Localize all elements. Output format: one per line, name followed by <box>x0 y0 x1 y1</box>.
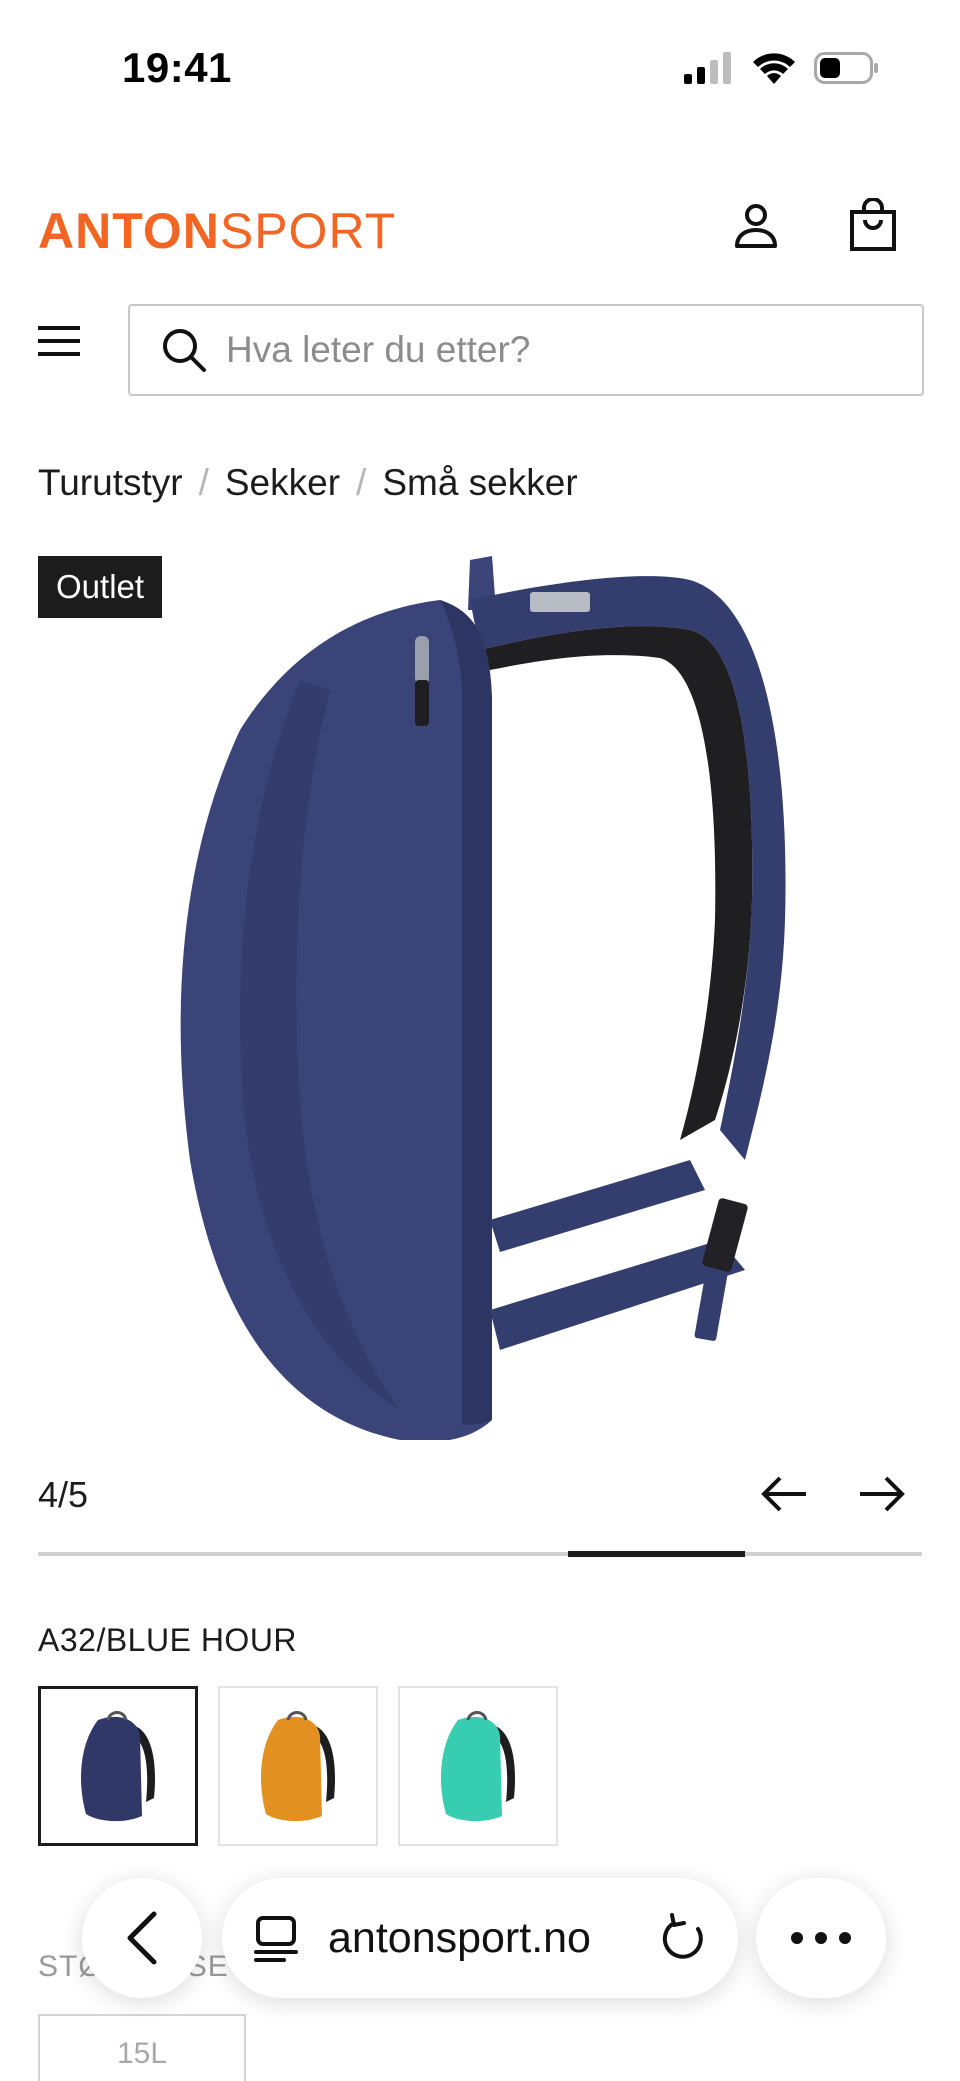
backpack-thumbnail-icon <box>261 1711 335 1822</box>
arrow-right-icon <box>860 1476 905 1512</box>
logo-bold-text: ANTON <box>38 203 220 259</box>
color-swatch-teal[interactable] <box>398 1686 558 1846</box>
gallery-prev-button[interactable] <box>756 1466 812 1522</box>
backpack-thumbnail-icon <box>81 1711 155 1822</box>
cart-button[interactable] <box>842 192 904 258</box>
gallery-next-button[interactable] <box>854 1466 910 1522</box>
gallery-counter: 4/5 <box>38 1474 89 1515</box>
breadcrumb-item-turutstyr[interactable]: Turutstyr <box>38 462 183 504</box>
color-swatch-blue-hour[interactable] <box>38 1686 198 1846</box>
breadcrumb-item-sma-sekker[interactable]: Små sekker <box>382 462 577 504</box>
breadcrumb-separator: / <box>198 462 209 503</box>
site-header: ANTONSPORT <box>0 180 960 270</box>
battery-icon <box>814 52 878 84</box>
arrow-left-icon <box>761 1476 806 1512</box>
wifi-icon <box>753 53 795 84</box>
browser-address-bar[interactable]: antonsport.no <box>222 1878 738 1998</box>
anton-sport-logo[interactable]: ANTONSPORT <box>38 202 396 260</box>
product-image-backpack-side[interactable] <box>0 540 960 1440</box>
hamburger-menu-icon <box>38 326 80 356</box>
chevron-left-icon <box>127 1911 157 1965</box>
logo-light-text: SPORT <box>219 203 397 259</box>
search-input[interactable] <box>226 329 886 371</box>
outlet-badge: Outlet <box>38 556 163 618</box>
cellular-signal-icon <box>684 52 731 84</box>
size-option-15l[interactable]: 15L <box>38 2014 246 2081</box>
status-bar: 19:41 <box>0 0 960 140</box>
browser-back-button[interactable] <box>82 1878 202 1998</box>
breadcrumb-separator: / <box>356 462 367 503</box>
menu-button[interactable] <box>38 326 94 374</box>
color-label: A32/BLUE HOUR <box>38 1622 298 1658</box>
shopping-bag-icon <box>850 198 896 251</box>
gallery-progress-track <box>38 1551 922 1557</box>
more-dots-icon <box>791 1932 851 1944</box>
gallery-progress-fill <box>568 1551 746 1557</box>
color-swatch-orange[interactable] <box>218 1686 378 1846</box>
status-time: 19:41 <box>122 44 232 91</box>
reload-icon[interactable] <box>660 1913 708 1963</box>
status-icons <box>684 52 880 84</box>
account-button[interactable] <box>726 196 786 256</box>
browser-url: antonsport.no <box>328 1913 591 1962</box>
tab-overview-icon[interactable] <box>252 1914 300 1962</box>
browser-more-button[interactable] <box>756 1878 886 1998</box>
breadcrumb-item-sekker[interactable]: Sekker <box>225 462 340 504</box>
person-icon <box>735 204 777 248</box>
search-box[interactable] <box>128 304 924 396</box>
backpack-thumbnail-icon <box>441 1711 515 1822</box>
search-icon <box>163 329 206 372</box>
breadcrumb: Turutstyr / Sekker / Små sekker <box>38 462 578 504</box>
